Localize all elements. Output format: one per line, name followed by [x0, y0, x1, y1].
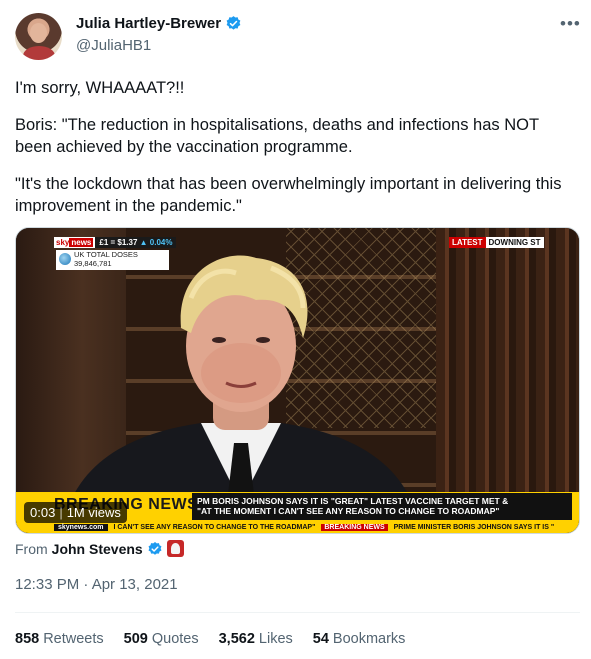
headline-box: PM BORIS JOHNSON SAYS IT IS "GREAT" LATE…	[192, 493, 572, 520]
headline-line: "AT THE MOMENT I CAN'T SEE ANY REASON TO…	[197, 506, 500, 516]
sky-logo-word: sky	[56, 238, 70, 247]
globe-icon	[59, 253, 71, 265]
headline-line: PM BORIS JOHNSON SAYS IT IS "GREAT" LATE…	[197, 496, 509, 506]
ticker-change: ▲ 0.04%	[139, 238, 173, 247]
tweet-paragraph: Boris: "The reduction in hospitalisation…	[15, 116, 539, 156]
video-background-books	[436, 228, 579, 533]
from-label: From	[15, 540, 48, 557]
retweets-label: Retweets	[43, 631, 104, 647]
verified-badge-icon	[226, 16, 241, 30]
author-name-row: Julia Hartley-Brewer	[76, 15, 242, 32]
media-attribution: From John Stevens	[15, 540, 184, 557]
sky-logo-news: news	[69, 238, 94, 247]
tweet-paragraph: "It's the lockdown that has been overwhe…	[15, 175, 562, 215]
ticker-price: £1 = $1.37	[99, 238, 138, 247]
quotes-count: 509	[123, 631, 148, 647]
divider	[15, 612, 580, 613]
quotes-stat[interactable]: 509 Quotes	[124, 631, 199, 647]
video-views: 1M views	[66, 505, 121, 520]
retweets-count: 858	[15, 631, 40, 647]
retweets-stat[interactable]: 858 Retweets	[15, 631, 104, 647]
ticker-tag: BREAKING NEWS	[321, 524, 388, 531]
author-display-name[interactable]: Julia Hartley-Brewer	[76, 15, 221, 32]
video-player[interactable]: sky news £1 = $1.37 ▲ 0.04% UK TOTAL DOSE…	[15, 227, 580, 534]
avatar-face	[30, 23, 47, 43]
engagement-stats: 858 Retweets 509 Quotes 3,562 Likes 54 Bookm…	[15, 631, 405, 647]
video-separator: |	[59, 505, 63, 520]
video-time: 0:03	[30, 505, 56, 520]
avatar-shirt	[23, 46, 55, 60]
ticker-text: I CAN'T SEE ANY REASON TO CHANGE TO THE …	[113, 524, 316, 531]
tweet-timestamp[interactable]: 12:33 PM · Apr 13, 2021	[15, 576, 178, 593]
doses-value: 39,846,781	[74, 258, 112, 268]
bookmarks-label: Bookmarks	[332, 631, 406, 647]
affiliate-badge-icon[interactable]	[166, 540, 184, 557]
bookmarks-count: 54	[312, 631, 329, 647]
market-ticker: £1 = $1.37 ▲ 0.04%	[95, 237, 177, 248]
video-time-views: 0:03 | 1M views	[24, 502, 127, 523]
likes-count: 3,562	[218, 631, 255, 647]
video-speaker-figure	[61, 255, 421, 533]
likes-label: Likes	[258, 631, 293, 647]
sky-news-bug: sky news £1 = $1.37 ▲ 0.04%	[54, 237, 177, 248]
ticker-text: PRIME MINISTER BORIS JOHNSON SAYS IT IS …	[393, 524, 555, 531]
more-icon[interactable]: •••	[560, 14, 581, 34]
author-handle[interactable]: @JuliaHB1	[76, 37, 151, 54]
sky-news-logo: sky news	[54, 237, 96, 248]
tweet: Julia Hartley-Brewer @JuliaHB1 ••• I'm s…	[0, 0, 591, 659]
tweet-text: I'm sorry, WHAAAAT?!! Boris: "The reduct…	[15, 77, 580, 232]
latest-label: LATEST	[449, 237, 486, 248]
author-avatar[interactable]	[15, 13, 62, 60]
likes-stat[interactable]: 3,562 Likes	[219, 631, 293, 647]
ticker-site: skynews.com	[54, 524, 108, 531]
doses-box: UK TOTAL DOSES 39,846,781	[56, 250, 169, 270]
tweet-paragraph: I'm sorry, WHAAAAT?!!	[15, 79, 185, 97]
latest-location-tag: LATEST DOWNING ST	[449, 237, 544, 248]
from-name[interactable]: John Stevens	[52, 541, 143, 557]
location-label: DOWNING ST	[485, 237, 544, 248]
bookmarks-stat[interactable]: 54 Bookmarks	[313, 631, 406, 647]
verified-badge-icon	[148, 541, 162, 555]
quotes-label: Quotes	[151, 631, 199, 647]
